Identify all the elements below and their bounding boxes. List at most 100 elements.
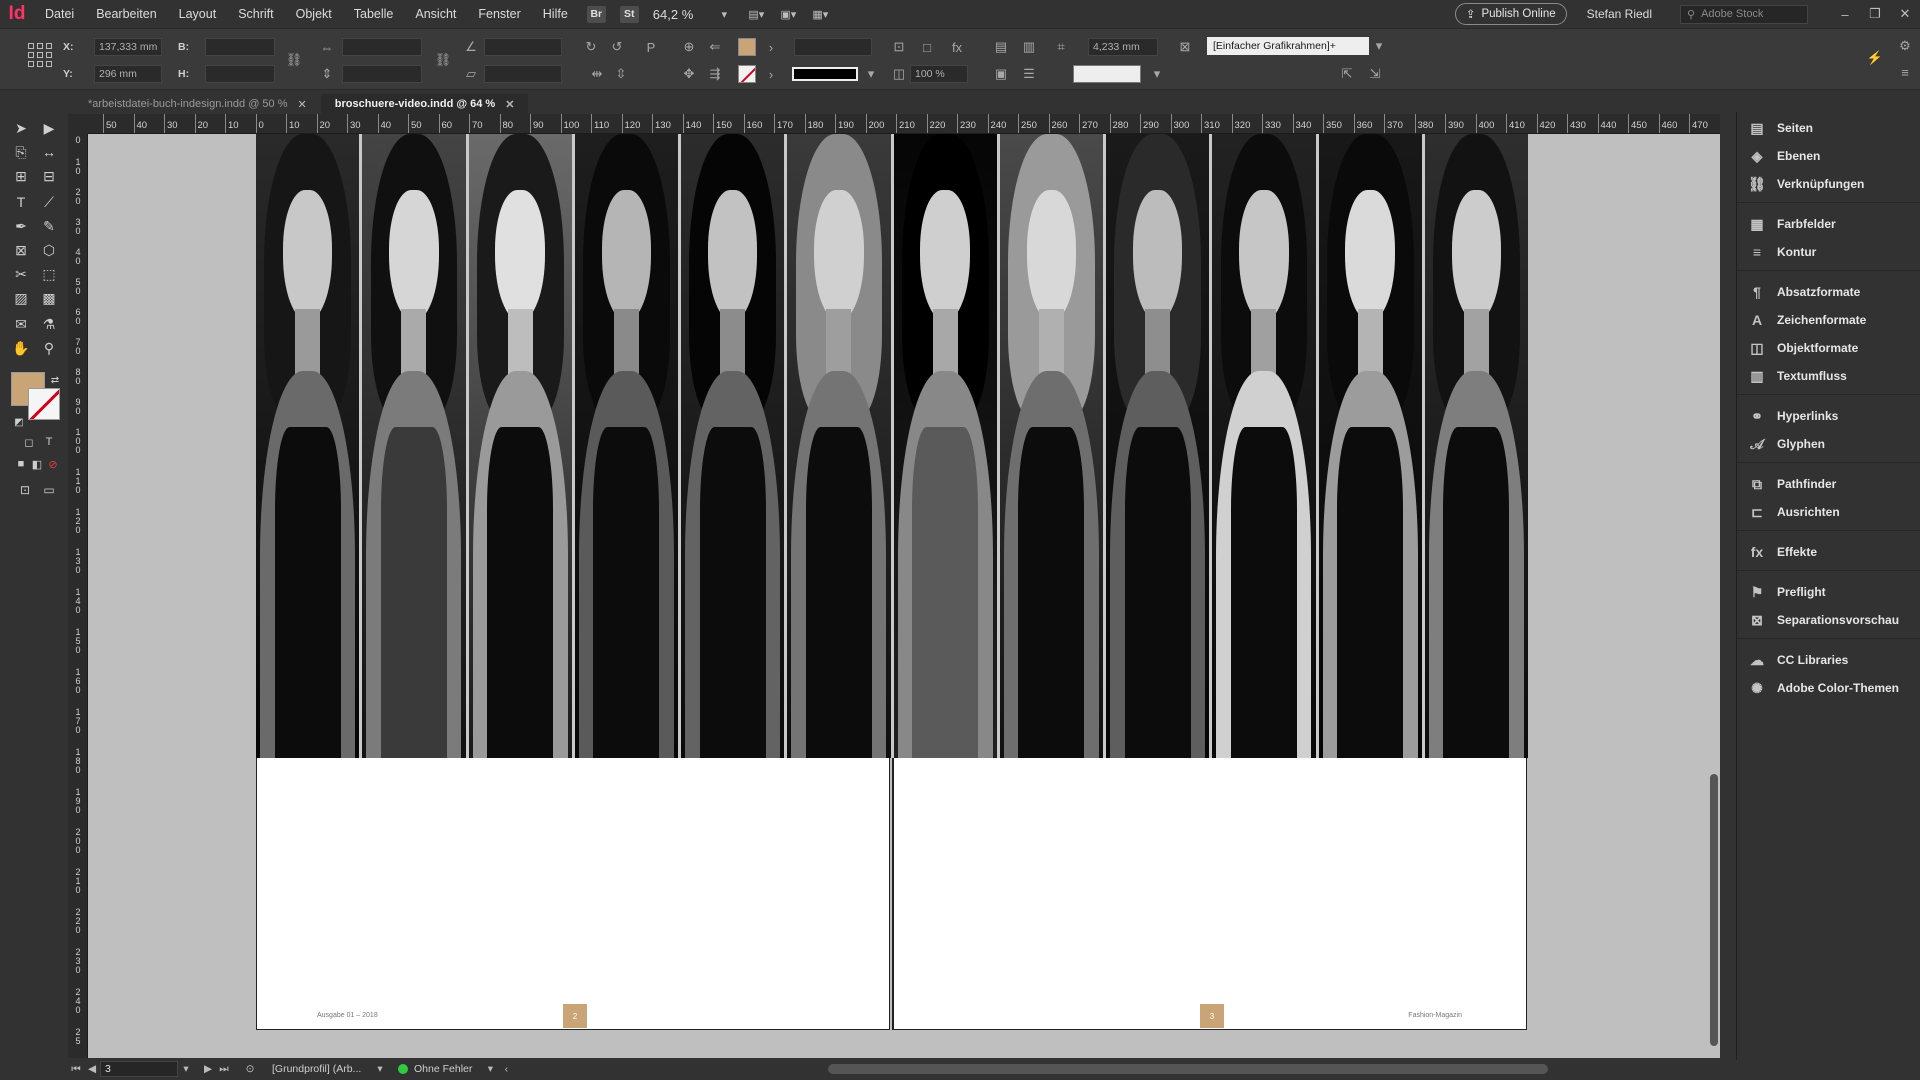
- formatting-container-icon[interactable]: ◻: [18, 432, 40, 452]
- quick-apply-icon[interactable]: ⇲: [1366, 65, 1384, 83]
- flip-horizontal-icon[interactable]: ⇹: [588, 65, 606, 83]
- stroke-type-select[interactable]: [792, 67, 858, 81]
- zoom-tool-icon[interactable]: ⚲: [38, 338, 60, 358]
- text-wrap-box-icon[interactable]: ▥: [1020, 38, 1038, 56]
- next-page-icon[interactable]: ▶: [200, 1063, 216, 1075]
- fitting-icon[interactable]: ⊠: [1176, 38, 1194, 56]
- chevron-down-icon[interactable]: ▾: [711, 5, 737, 23]
- gear-icon[interactable]: ⚙: [1896, 37, 1914, 55]
- corner-size-field[interactable]: 4,233 mm: [1088, 38, 1158, 56]
- fit-frame-icon[interactable]: ⊡: [890, 38, 908, 56]
- apply-none-icon[interactable]: ⊘: [42, 454, 64, 474]
- effects-fx-icon[interactable]: fx: [948, 38, 966, 56]
- panel-adobe-color[interactable]: ✺ Adobe Color-Themen: [1743, 676, 1913, 700]
- x-position-field[interactable]: 137,333 mm: [94, 38, 162, 56]
- ruler-origin[interactable]: [68, 114, 88, 134]
- portrait-image-frame[interactable]: [256, 134, 1528, 758]
- stock-search-input[interactable]: ⚲ Adobe Stock: [1680, 4, 1808, 24]
- menu-tabelle[interactable]: Tabelle: [343, 7, 405, 21]
- default-colors-icon[interactable]: ◩: [8, 412, 30, 432]
- y-position-field[interactable]: 296 mm: [94, 65, 162, 83]
- content-collector-icon[interactable]: ⊞: [10, 166, 32, 186]
- gap-tool-icon[interactable]: ↔: [38, 142, 60, 162]
- document-canvas[interactable]: Ausgabe 01 – 2018 2 3 Fashion-Magazin: [88, 134, 1720, 1060]
- stroke-type-dropdown-icon[interactable]: ▾: [862, 65, 880, 83]
- panel-textumfluss[interactable]: ▥ Textumfluss: [1743, 364, 1913, 388]
- panel-kontur[interactable]: ≡ Kontur: [1743, 240, 1913, 264]
- rotate-ccw-icon[interactable]: ↺: [608, 38, 626, 56]
- polygon-tool-icon[interactable]: ⬡: [38, 240, 60, 260]
- page-tool-icon[interactable]: ⎘: [10, 142, 32, 162]
- line-tool-icon[interactable]: ⟋: [38, 192, 60, 212]
- menu-schrift[interactable]: Schrift: [227, 7, 284, 21]
- vertical-scrollbar[interactable]: [1710, 164, 1718, 1046]
- menu-bearbeiten[interactable]: Bearbeiten: [85, 7, 167, 21]
- panel-separationsvorschau[interactable]: ⊠ Separationsvorschau: [1743, 608, 1913, 632]
- selection-tool-icon[interactable]: ➤: [10, 118, 32, 138]
- menu-layout[interactable]: Layout: [168, 7, 228, 21]
- select-container-icon[interactable]: P: [642, 38, 660, 56]
- view-options-icon[interactable]: ▤▾: [743, 5, 769, 23]
- flip-vertical-icon[interactable]: ⇳: [612, 65, 630, 83]
- screen-mode-icon[interactable]: ▭: [38, 480, 60, 500]
- stock-button[interactable]: St: [619, 5, 639, 23]
- stroke-dropdown-icon[interactable]: ›: [762, 65, 780, 83]
- corner-options-icon[interactable]: ⌗: [1052, 38, 1070, 56]
- scroll-left-icon[interactable]: ‹: [498, 1063, 514, 1075]
- tab-arbeitsdatei[interactable]: *arbeistdatei-buch-indesign.indd @ 50 % …: [74, 94, 321, 114]
- rotation-field[interactable]: [484, 38, 562, 56]
- view-mode-icon[interactable]: ⊡: [14, 480, 36, 500]
- open-in-bridge-icon[interactable]: ⊙: [242, 1063, 258, 1075]
- panel-objektformate[interactable]: ◫ Objektformate: [1743, 336, 1913, 360]
- object-style-dropdown-icon[interactable]: ▾: [1370, 37, 1388, 55]
- gradient-feather-tool-icon[interactable]: ▩: [38, 288, 60, 308]
- stroke-swatch[interactable]: [28, 388, 60, 420]
- panel-glyphen[interactable]: 𝒜 Glyphen: [1743, 432, 1913, 456]
- menu-fenster[interactable]: Fenster: [467, 7, 531, 21]
- preflight-profile[interactable]: [Grundprofil] (Arb...: [272, 1063, 372, 1075]
- user-menu[interactable]: Stefan Riedl: [1587, 7, 1652, 21]
- previous-page-icon[interactable]: ◀: [84, 1063, 100, 1075]
- lightning-icon[interactable]: ⚡: [1866, 49, 1884, 67]
- page-dropdown-icon[interactable]: ▾: [178, 1063, 194, 1075]
- select-previous-icon[interactable]: ⇐: [706, 38, 724, 56]
- panel-pathfinder[interactable]: ⧉ Pathfinder: [1743, 472, 1913, 496]
- restore-icon[interactable]: ❐: [1860, 6, 1890, 22]
- arrange-documents-icon[interactable]: ▦▾: [807, 5, 833, 23]
- panel-cc-libraries[interactable]: ☁ CC Libraries: [1743, 648, 1913, 672]
- horizontal-ruler[interactable]: 50 40 30 20 10 0 10 20 30 40 50 60 70 80 90 100 110 120 13…: [88, 114, 1720, 134]
- width-field[interactable]: [205, 38, 275, 56]
- vertical-scroll-thumb[interactable]: [1710, 774, 1718, 1046]
- panel-hyperlinks[interactable]: ⚭ Hyperlinks: [1743, 404, 1913, 428]
- minimize-icon[interactable]: –: [1830, 7, 1860, 22]
- stroke-weight-select[interactable]: [794, 38, 872, 56]
- close-window-icon[interactable]: ✕: [1890, 6, 1920, 22]
- link-scale-icon[interactable]: ⛓: [434, 51, 452, 69]
- horizontal-scrollbar[interactable]: [828, 1064, 1548, 1074]
- menu-datei[interactable]: Datei: [34, 7, 85, 21]
- clear-overrides-icon[interactable]: ⇱: [1338, 65, 1356, 83]
- wrap-jump-icon[interactable]: ☰: [1020, 65, 1038, 83]
- shear-field[interactable]: [484, 65, 562, 83]
- panel-verknuepfungen[interactable]: ⛓ Verknüpfungen: [1743, 172, 1913, 196]
- opacity-field[interactable]: 100 %: [910, 65, 968, 83]
- hand-tool-icon[interactable]: ✋: [10, 338, 32, 358]
- content-placer-icon[interactable]: ⊟: [38, 166, 60, 186]
- screen-mode-icon[interactable]: ▣▾: [775, 5, 801, 23]
- rectangle-frame-tool-icon[interactable]: ⊠: [10, 240, 32, 260]
- page-number-field[interactable]: 3: [100, 1061, 178, 1077]
- select-next-icon[interactable]: ✥: [680, 65, 698, 83]
- corner-dropdown-icon[interactable]: ▾: [1148, 65, 1166, 83]
- close-icon[interactable]: ✕: [298, 98, 307, 111]
- swap-colors-icon[interactable]: ⇄: [44, 370, 66, 390]
- close-icon[interactable]: ✕: [505, 98, 514, 111]
- panel-ebenen[interactable]: ◈ Ebenen: [1743, 144, 1913, 168]
- height-field[interactable]: [205, 65, 275, 83]
- tab-broschuere[interactable]: broschuere-video.indd @ 64 % ✕: [320, 94, 529, 114]
- gradient-swatch-tool-icon[interactable]: ▨: [10, 288, 32, 308]
- text-wrap-none-icon[interactable]: ▤: [992, 38, 1010, 56]
- fill-color-swatch[interactable]: [738, 38, 756, 56]
- panel-farbfelder[interactable]: ▦ Farbfelder: [1743, 212, 1913, 236]
- vertical-ruler[interactable]: 0 10 20 30 40 50 60 70 80 90 100 110 120…: [68, 134, 88, 1058]
- panel-ausrichten[interactable]: ⊏ Ausrichten: [1743, 500, 1913, 524]
